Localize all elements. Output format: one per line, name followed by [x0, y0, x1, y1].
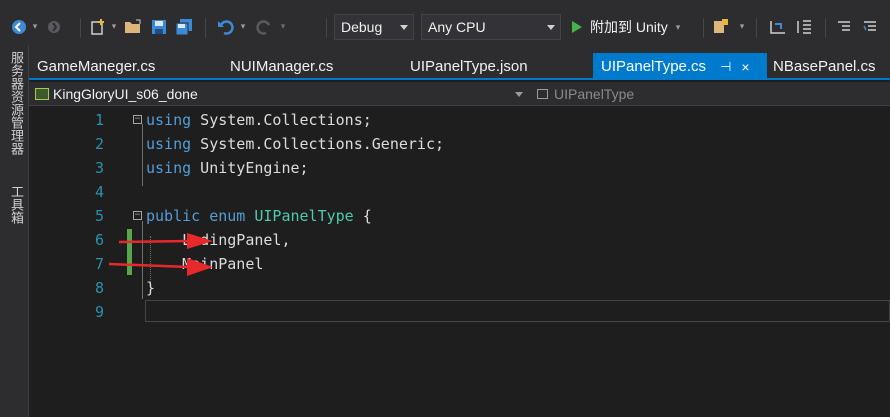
keyword: public enum	[146, 207, 246, 225]
code-text: System.Collections;	[191, 111, 372, 129]
redo-icon[interactable]	[252, 14, 278, 40]
solution-platform-dropdown[interactable]: Any CPU	[421, 14, 561, 40]
tab-label: NBasePanel.cs	[773, 58, 876, 75]
code-text: System.Collections.Generic;	[191, 135, 445, 153]
solution-configuration-dropdown[interactable]: Debug	[334, 14, 414, 40]
close-icon[interactable]: ×	[741, 59, 749, 75]
line-number: 5	[94, 207, 104, 225]
annotation-arrow-icon	[118, 233, 213, 249]
browser-link-dropdown-icon[interactable]: ▾	[736, 14, 748, 40]
line-number: 3	[94, 159, 104, 177]
line-number: 8	[94, 279, 104, 297]
toolbar-separator	[825, 18, 826, 38]
line-number: 2	[94, 135, 104, 153]
code-line: 3 using UnityEngine;	[29, 156, 890, 180]
open-file-icon[interactable]	[121, 14, 145, 40]
toolbar-separator	[326, 18, 327, 38]
code-text: UnityEngine;	[191, 159, 309, 177]
line-number: 9	[94, 303, 104, 321]
code-line: 5 − public enum UIPanelType {	[29, 204, 890, 228]
tab-label: UIPanelType.cs	[601, 58, 707, 75]
attach-to-unity-button[interactable]: 附加到 Unity ▾	[568, 14, 680, 40]
solution-configuration-value: Debug	[341, 19, 383, 35]
keyword: using	[146, 111, 192, 129]
collapse-icon[interactable]: −	[133, 211, 142, 220]
tab-uipaneltype-cs[interactable]: UIPanelType.cs ⊣ ×	[593, 53, 767, 80]
chevron-down-icon	[515, 92, 523, 97]
navigate-forward-icon[interactable]	[42, 14, 66, 40]
menu-bar	[0, 0, 890, 9]
solution-platform-value: Any CPU	[428, 19, 486, 35]
code-line: 4	[29, 180, 890, 204]
step-over-icon[interactable]	[792, 14, 816, 40]
line-number: 6	[94, 231, 104, 249]
side-tool-panel: 服务器资源管理器 工具箱	[0, 45, 29, 417]
code-text: }	[146, 279, 156, 297]
play-icon	[572, 21, 582, 33]
comment-lines-icon[interactable]	[832, 14, 856, 40]
chevron-down-icon	[547, 25, 555, 30]
uncomment-lines-icon[interactable]	[858, 14, 882, 40]
project-name: KingGloryUI_s06_done	[53, 86, 198, 102]
undo-dropdown-icon[interactable]: ▾	[238, 14, 248, 40]
toolbar-separator	[703, 18, 704, 38]
pin-icon[interactable]: ⊣	[720, 59, 731, 75]
navigate-back-icon[interactable]	[6, 14, 32, 40]
toolbar-separator	[756, 18, 757, 38]
toolbar: ▾ ▾ ▾ ▾ Debug Any CPU 附加到 Unity ▾ ▾	[0, 9, 890, 45]
csharp-project-icon	[35, 88, 49, 100]
new-dropdown-icon[interactable]: ▾	[109, 14, 119, 40]
enum-icon	[537, 89, 548, 99]
save-all-icon[interactable]	[172, 14, 196, 40]
back-dropdown-icon[interactable]: ▾	[30, 14, 40, 40]
code-line: 1 − using System.Collections;	[29, 108, 890, 132]
navigation-bar: KingGloryUI_s06_done UIPanelType	[29, 82, 890, 106]
code-line: 9	[29, 300, 890, 324]
collapse-icon[interactable]: −	[133, 115, 142, 124]
tab-nuimanager[interactable]: NUIManager.cs	[230, 53, 333, 80]
tab-label: UIPanelType.json	[410, 58, 528, 75]
tab-label: GameManeger.cs	[37, 58, 156, 75]
step-into-icon[interactable]	[766, 14, 790, 40]
toolbar-separator	[205, 18, 206, 38]
type-name: UIPanelType	[554, 86, 635, 102]
type-name: UIPanelType	[254, 207, 354, 225]
tab-nbasepanel[interactable]: NBasePanel.cs	[773, 53, 876, 80]
save-icon[interactable]	[147, 14, 171, 40]
redo-dropdown-icon[interactable]: ▾	[278, 14, 288, 40]
type-dropdown[interactable]: UIPanelType	[537, 85, 634, 103]
project-dropdown[interactable]: KingGloryUI_s06_done	[35, 85, 555, 103]
keyword: using	[146, 159, 192, 177]
line-number: 4	[94, 183, 104, 201]
tab-gamemaneger[interactable]: GameManeger.cs	[37, 53, 155, 80]
code-line: 2 using System.Collections.Generic;	[29, 132, 890, 156]
keyword: using	[146, 135, 192, 153]
tab-uipaneltype-json[interactable]: UIPanelType.json	[410, 53, 528, 80]
browser-link-icon[interactable]	[708, 14, 734, 40]
code-text: {	[353, 207, 372, 225]
line-number: 1	[94, 111, 104, 129]
active-tab-underline	[29, 78, 890, 80]
code-editor[interactable]: 1 − using System.Collections; 2 using Sy…	[29, 106, 890, 417]
annotation-arrow-icon	[108, 258, 213, 276]
chevron-down-icon	[400, 25, 408, 30]
toolbox-tab[interactable]: 工具箱	[6, 185, 23, 224]
attach-to-unity-label: 附加到 Unity	[590, 19, 668, 35]
line-number: 7	[94, 255, 104, 273]
server-explorer-tab[interactable]: 服务器资源管理器	[6, 51, 23, 155]
code-line: 8 }	[29, 276, 890, 300]
tab-label: NUIManager.cs	[230, 58, 334, 75]
toolbar-separator	[80, 18, 81, 38]
undo-icon[interactable]	[212, 14, 238, 40]
new-project-icon[interactable]	[86, 14, 110, 40]
chevron-down-icon: ▾	[675, 21, 681, 32]
document-tabs: GameManeger.cs NUIManager.cs UIPanelType…	[29, 45, 890, 80]
